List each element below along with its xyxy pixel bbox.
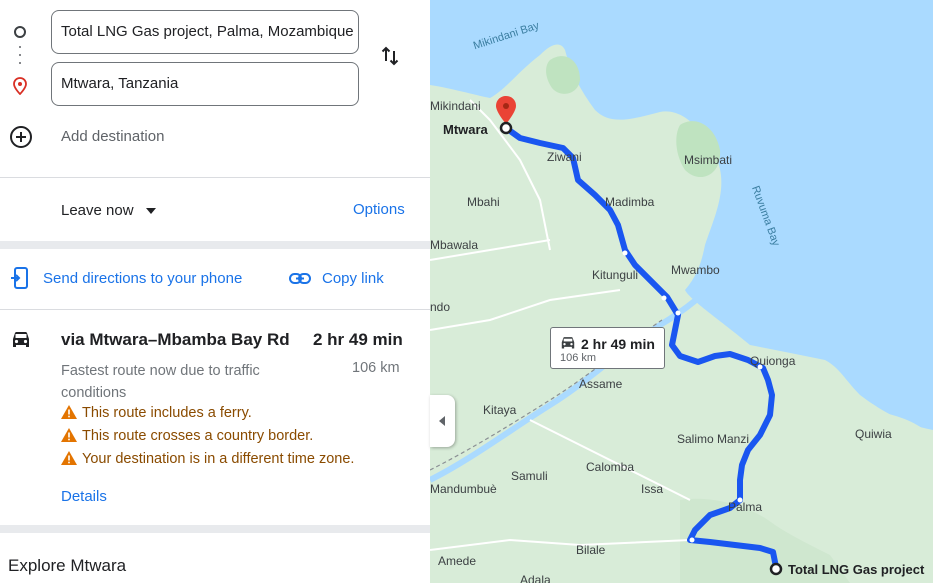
divider — [0, 177, 430, 178]
route-description: Fastest route now due to traffic conditi… — [61, 363, 260, 401]
map-label-samuli: Samuli — [511, 469, 548, 483]
route-dots-icon — [19, 62, 21, 64]
swap-icon[interactable] — [378, 44, 402, 68]
route-info-callout[interactable]: 2 hr 49 min 106 km — [550, 327, 665, 369]
directions-panel: Total LNG Gas project, Palma, Mozambique… — [0, 0, 430, 583]
route-distance: 106 km — [352, 360, 400, 376]
destination-marker-icon[interactable] — [499, 121, 513, 135]
add-destination-icon[interactable] — [10, 126, 32, 148]
car-icon — [561, 337, 575, 349]
collapse-panel-button[interactable] — [430, 395, 455, 447]
divider — [0, 241, 430, 249]
warning-icon — [61, 428, 77, 442]
map-label-kitunguli: Kitunguli — [592, 268, 639, 282]
route-dots-icon — [19, 46, 21, 48]
warning-icon — [61, 405, 77, 419]
map-label-calomba: Calomba — [586, 460, 635, 474]
options-button[interactable]: Options — [353, 201, 405, 218]
map-label-mandumbue: Mandumbuè — [430, 482, 497, 496]
map-label-madimba: Madimba — [605, 195, 655, 209]
map-label-mtwara: Mtwara — [443, 122, 488, 137]
map-label-issa: Issa — [641, 482, 664, 496]
chevron-down-icon[interactable] — [146, 208, 156, 214]
copy-link-button[interactable]: Copy link — [322, 270, 384, 287]
callout-distance: 106 km — [560, 352, 597, 364]
chevron-left-icon[interactable] — [439, 416, 445, 426]
warning-border: This route crosses a country border. — [61, 428, 313, 444]
route-node — [622, 250, 628, 256]
map-label-salimo-manzi: Salimo Manzi — [677, 432, 750, 446]
map-canvas[interactable] — [430, 0, 933, 583]
route-name[interactable]: via Mtwara–Mbamba Bay Rd — [61, 330, 290, 350]
map-label-mbawala: Mbawala — [430, 238, 479, 252]
map-label-amede: Amede — [438, 554, 477, 568]
route-duration: 2 hr 49 min — [313, 330, 403, 349]
route-node — [689, 537, 695, 543]
link-icon[interactable] — [289, 270, 311, 288]
leave-now-dropdown[interactable]: Leave now — [61, 202, 134, 219]
map-label-msimbati: Msimbati — [684, 153, 733, 167]
map-svg[interactable] — [430, 0, 933, 583]
warning-timezone: Your destination is in a different time … — [61, 451, 354, 467]
map-label-total-lng[interactable]: Total LNG Gas project — [788, 562, 924, 577]
map-label-quiwia: Quiwia — [855, 427, 892, 441]
route-node — [675, 310, 681, 316]
map-label-quionga: Quionga — [750, 354, 796, 368]
app-root: Total LNG Gas project, Palma, Mozambique… — [0, 0, 933, 583]
origin-marker-icon[interactable] — [769, 562, 783, 576]
map-label-mbahi: Mbahi — [467, 195, 500, 209]
route-dots-icon — [19, 54, 21, 56]
origin-dot-icon — [14, 26, 26, 38]
destination-pin-icon — [13, 77, 27, 95]
explore-heading: Explore Mtwara — [8, 556, 127, 575]
map-label-ziwani: Ziwani — [547, 150, 582, 164]
car-icon — [13, 332, 29, 347]
map-label-mwambo: Mwambo — [671, 263, 720, 277]
send-to-phone-icon[interactable] — [10, 266, 30, 290]
warning-icon — [61, 451, 77, 465]
divider — [0, 525, 430, 533]
send-to-phone-link[interactable]: Send directions to your phone — [43, 270, 242, 287]
add-destination-button[interactable]: Add destination — [61, 128, 164, 145]
warning-ferry: This route includes a ferry. — [61, 405, 252, 421]
map-label-adala: Adala — [520, 573, 551, 583]
origin-input[interactable]: Total LNG Gas project, Palma, Mozambique — [51, 10, 359, 54]
map-label-assame: Assame — [579, 377, 623, 391]
details-button[interactable]: Details — [61, 488, 107, 505]
map-label-ndo: ndo — [430, 300, 451, 314]
destination-input[interactable]: Mtwara, Tanzania — [51, 62, 359, 106]
divider — [0, 309, 430, 310]
map-label-kitaya: Kitaya — [483, 403, 517, 417]
map-label-bilale: Bilale — [576, 543, 606, 557]
map-label-mikindani: Mikindani — [430, 99, 481, 113]
callout-duration: 2 hr 49 min — [581, 336, 655, 352]
map-label-palma: Palma — [728, 500, 763, 514]
route-node — [661, 295, 667, 301]
